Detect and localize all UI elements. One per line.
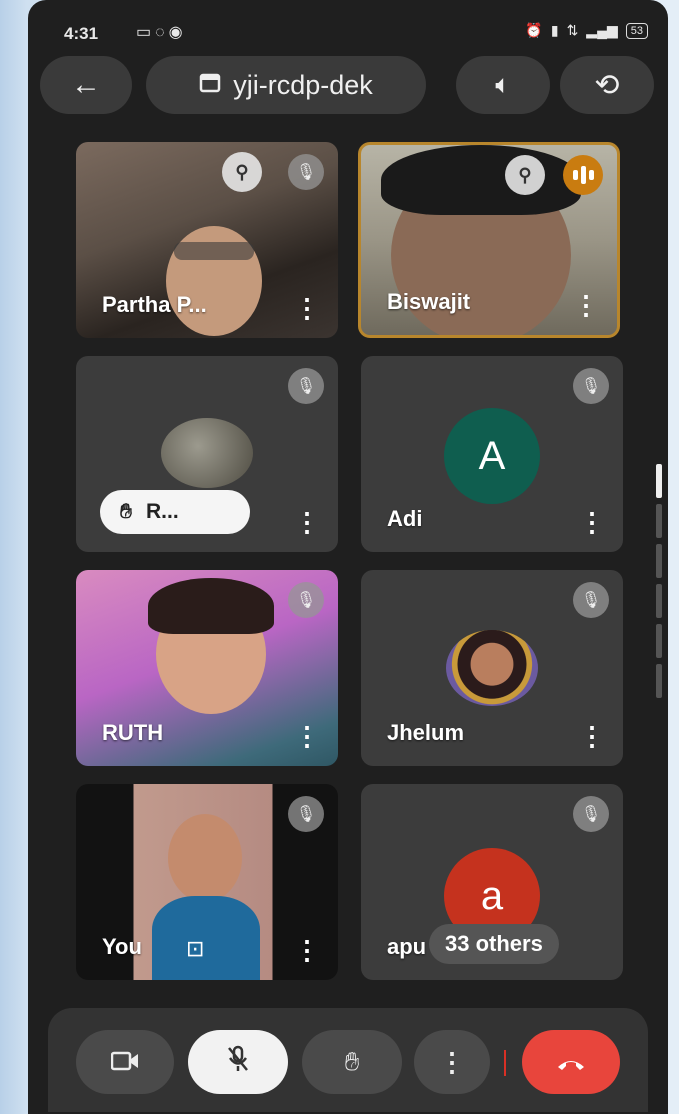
more-vert-icon[interactable]: ⋮ (294, 721, 320, 752)
call-end-icon (556, 1047, 586, 1078)
signal-icon: ▂▄▆ (586, 22, 618, 38)
status-time: 4:31 (64, 24, 99, 43)
battery-icon: 53 (625, 22, 648, 39)
more-vert-icon[interactable]: ⋮ (294, 293, 320, 324)
participant-avatar: A (444, 408, 540, 504)
participant-tile[interactable]: ⚲ 🎙︎ Partha P... ⋮ (76, 142, 338, 338)
scrollbar-segment (656, 664, 662, 698)
call-controls-bar: ✋︎ ⋮ (48, 1008, 648, 1112)
participant-name: Jhelum (387, 720, 465, 745)
mic-off-icon: 🎙︎ (288, 582, 324, 618)
status-system-icons: ⏰ ▮ ⇅ ▂▄▆ 53 (525, 22, 648, 39)
mic-off-icon (226, 1045, 250, 1080)
participant-name: RUTH (102, 720, 164, 745)
participant-name: R... (145, 500, 179, 523)
cast-icon: ▭ (136, 24, 156, 41)
participant-name: You (102, 934, 142, 959)
back-button[interactable]: ← (40, 56, 132, 114)
mic-off-icon: 🎙︎ (573, 582, 609, 618)
pin-icon[interactable]: ⚲ (222, 152, 262, 192)
flip-camera-icon: ⟲ (594, 68, 620, 102)
self-video-tile[interactable]: 🎙︎ You ⊡ ⋮ (76, 784, 338, 980)
participant-video-glasses (174, 242, 254, 260)
meeting-code: yji-rcdp-dek (233, 69, 373, 100)
participant-video-hair (381, 145, 581, 215)
self-video-shirt (152, 896, 260, 980)
scrollbar-thumb[interactable] (656, 464, 662, 498)
participant-video-hair (148, 578, 274, 634)
participant-tile-active-speaker[interactable]: ⚲ Biswajit ⋮ (358, 142, 620, 338)
scrollbar[interactable] (656, 460, 662, 700)
meet-app-window: 4:31 ▭◌◉ ⏰ ▮ ⇅ ▂▄▆ 53 ← yji-rcdp-dek 🔈︎ … (28, 0, 668, 1114)
more-vert-icon[interactable]: ⋮ (579, 721, 605, 752)
end-call-button[interactable] (522, 1030, 620, 1094)
participant-name: Biswajit (387, 289, 471, 314)
participant-tile[interactable]: A 🎙︎ Adi ⋮ (361, 356, 623, 552)
status-notification-icons: ▭◌◉ (136, 22, 187, 42)
meeting-top-bar: ← yji-rcdp-dek 🔈︎ ⟲ (28, 56, 668, 118)
participant-name: Partha P... (102, 292, 207, 317)
speaker-icon: 🔈︎ (495, 69, 511, 99)
scrollbar-segment (656, 584, 662, 618)
participant-photo-avatar (446, 630, 538, 706)
participant-photo-avatar (161, 418, 253, 488)
alarm-icon: ⏰ (525, 22, 543, 38)
participant-tile[interactable]: 🎙︎ RUTH ⋮ (76, 570, 338, 766)
arrow-back-icon: ← (71, 68, 101, 101)
divider (504, 1050, 506, 1076)
calendar-icon (199, 71, 221, 100)
scrollbar-segment (656, 504, 662, 538)
more-vert-icon[interactable]: ⋮ (573, 290, 599, 321)
mic-off-icon: 🎙︎ (288, 368, 324, 404)
camera-icon (110, 1047, 139, 1078)
self-video (168, 814, 242, 902)
more-vert-icon[interactable]: ⋮ (294, 507, 320, 538)
camera-toggle-button[interactable] (76, 1030, 174, 1094)
hand-icon: ✋︎ (344, 1046, 360, 1076)
speaking-indicator-icon (563, 155, 603, 195)
whatsapp-icon: ◌ (155, 24, 169, 41)
pin-icon[interactable]: ⚲ (505, 155, 545, 195)
participant-name: apu (387, 934, 427, 959)
mic-off-icon: 🎙︎ (573, 796, 609, 832)
mic-toggle-button[interactable] (188, 1030, 288, 1094)
switch-camera-button[interactable]: ⟲ (560, 56, 654, 114)
participant-tile-overflow[interactable]: a 🎙︎ apu 33 others (361, 784, 623, 980)
more-options-button[interactable]: ⋮ (414, 1030, 490, 1094)
mic-off-icon: 🎙︎ (288, 154, 324, 190)
scrollbar-segment (656, 544, 662, 578)
scrollbar-segment (656, 624, 662, 658)
raised-hand-chip: ✋︎ R... (100, 490, 250, 534)
effects-icon[interactable]: ⊡ (186, 936, 204, 962)
more-vert-icon[interactable]: ⋮ (294, 935, 320, 966)
vibrate-icon: ▮ (550, 22, 559, 38)
more-vert-icon[interactable]: ⋮ (579, 507, 605, 538)
data-speed-icon: ⇅ (566, 22, 579, 38)
chrome-icon: ◉ (168, 24, 187, 41)
mic-off-icon: 🎙︎ (573, 368, 609, 404)
participant-tile[interactable]: 🎙︎ ✋︎ R... ⋮ (76, 356, 338, 552)
meeting-info-button[interactable]: yji-rcdp-dek (146, 56, 426, 114)
participant-tile[interactable]: 🎙︎ Jhelum ⋮ (361, 570, 623, 766)
others-count-badge[interactable]: 33 others (429, 924, 559, 964)
audio-output-button[interactable]: 🔈︎ (456, 56, 550, 114)
more-vert-icon: ⋮ (439, 1046, 465, 1077)
status-bar: 4:31 ▭◌◉ ⏰ ▮ ⇅ ▂▄▆ 53 (28, 0, 668, 52)
hand-icon: ✋︎ (120, 500, 132, 523)
raise-hand-button[interactable]: ✋︎ (302, 1030, 402, 1094)
participant-name: Adi (387, 506, 423, 531)
mic-off-icon: 🎙︎ (288, 796, 324, 832)
